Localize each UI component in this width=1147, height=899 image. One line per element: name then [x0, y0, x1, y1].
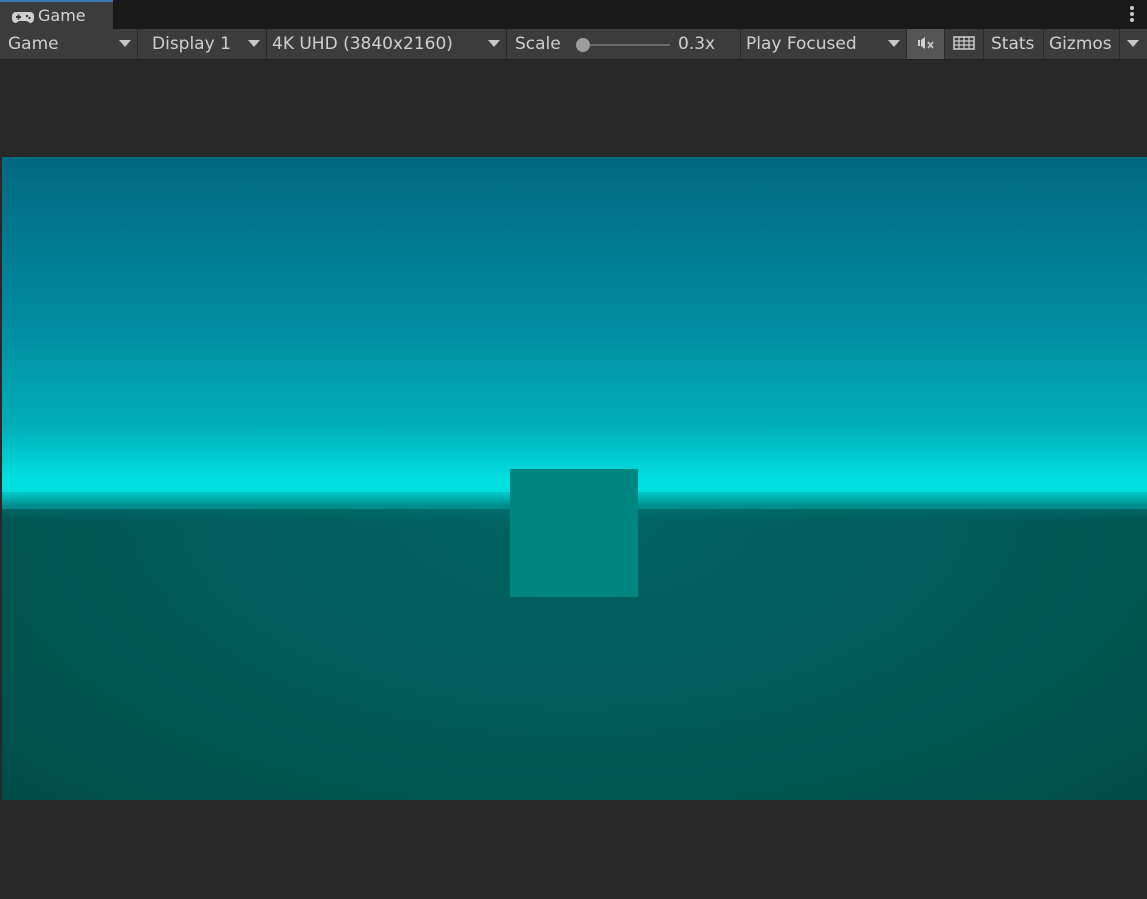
gamepad-icon — [12, 9, 34, 23]
scale-slider-track[interactable] — [582, 44, 670, 46]
mute-audio-icon — [917, 35, 935, 54]
game-viewport[interactable] — [2, 157, 1147, 800]
chevron-down-icon — [1127, 40, 1139, 47]
keyboard-grid-icon — [953, 35, 975, 54]
scale-label: Scale — [515, 34, 561, 54]
resolution-label: 4K UHD (3840x2160) — [272, 34, 453, 54]
view-type-dropdown[interactable]: Game — [0, 29, 138, 59]
mute-audio-button[interactable] — [907, 29, 945, 59]
scale-slider-handle[interactable] — [576, 38, 590, 52]
stats-button[interactable]: Stats — [984, 29, 1044, 59]
display-label: Display 1 — [152, 34, 231, 54]
gizmos-button[interactable]: Gizmos — [1044, 29, 1120, 59]
game-window: Game Game Display 1 4K UHD (3840x2160) S… — [0, 0, 1147, 899]
play-mode-label: Play Focused — [746, 34, 857, 54]
resolution-dropdown[interactable]: 4K UHD (3840x2160) — [267, 29, 507, 59]
display-dropdown[interactable]: Display 1 — [138, 29, 267, 59]
tab-label: Game — [38, 6, 86, 25]
play-mode-dropdown[interactable]: Play Focused — [741, 29, 907, 59]
stats-label: Stats — [991, 34, 1035, 54]
gizmos-label: Gizmos — [1049, 34, 1112, 54]
chevron-down-icon — [488, 40, 500, 47]
chevron-down-icon — [888, 40, 900, 47]
keyboard-button[interactable] — [945, 29, 984, 59]
view-type-label: Game — [8, 34, 59, 54]
tab-game[interactable]: Game — [0, 0, 113, 29]
cube-object — [510, 469, 638, 597]
scale-value: 0.3x — [678, 34, 716, 54]
chevron-down-icon — [119, 40, 131, 47]
more-options-icon[interactable] — [1130, 6, 1134, 22]
gizmos-menu-dropdown[interactable] — [1120, 29, 1147, 59]
chevron-down-icon — [248, 40, 260, 47]
tab-bar: Game — [0, 0, 1147, 29]
